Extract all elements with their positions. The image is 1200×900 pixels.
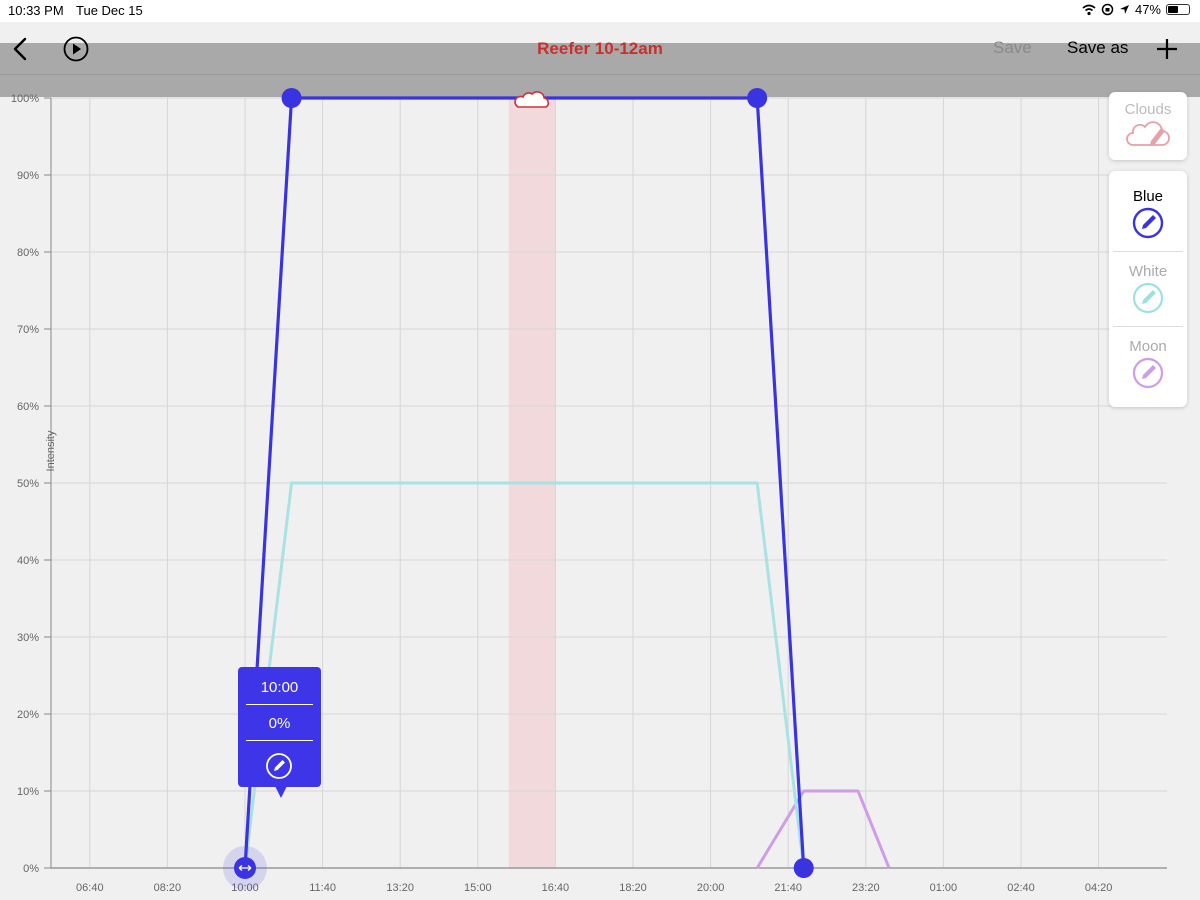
y-tick-label: 60%	[17, 401, 39, 413]
edit-point-icon[interactable]	[265, 752, 293, 780]
add-icon[interactable]	[1155, 37, 1179, 61]
white-edit-icon	[1132, 282, 1164, 314]
wifi-icon	[1082, 4, 1096, 15]
clouds-label: Clouds	[1124, 101, 1172, 118]
y-tick-label: 10%	[17, 786, 39, 798]
x-tick-label: 02:40	[1007, 882, 1035, 894]
series-line-blue[interactable]	[243, 96, 806, 869]
status-icons: 47%	[1082, 2, 1190, 17]
cloud-band[interactable]	[508, 98, 556, 868]
x-tick-label: 04:20	[1085, 882, 1113, 894]
channel-moon[interactable]: Moon	[1109, 338, 1187, 395]
y-tick-label: 0%	[23, 863, 39, 875]
moon-edit-icon	[1132, 357, 1164, 389]
cloud-edit-icon	[1126, 121, 1170, 146]
tooltip-time: 10:00	[260, 679, 299, 696]
y-tick-label: 90%	[17, 170, 39, 182]
channels-panel: Blue White Moon	[1109, 171, 1187, 407]
x-tick-label: 21:40	[774, 882, 802, 894]
channel-white[interactable]: White	[1109, 263, 1187, 320]
tooltip-value: 0%	[268, 715, 291, 732]
x-tick-label: 18:20	[619, 882, 647, 894]
x-tick-label: 15:00	[464, 882, 492, 894]
x-tick-label: 10:00	[231, 882, 259, 894]
status-bar: 10:33 PM Tue Dec 15 47%	[0, 0, 1200, 22]
location-icon	[1119, 5, 1129, 14]
channel-white-label: White	[1128, 263, 1168, 280]
y-tick-label: 40%	[17, 555, 39, 567]
point-tooltip: 10:00 0%	[238, 667, 321, 787]
x-tick-label: 06:40	[76, 882, 104, 894]
orientation-lock-icon	[1101, 3, 1114, 16]
y-axis-title: Intensity	[45, 430, 57, 471]
channel-moon-label: Moon	[1129, 338, 1167, 355]
clouds-item[interactable]: Clouds	[1109, 101, 1187, 154]
x-tick-label: 16:40	[542, 882, 570, 894]
x-tick-label: 01:00	[930, 882, 958, 894]
x-tick-label: 11:40	[309, 882, 336, 894]
save-as-button[interactable]: Save as	[1067, 38, 1128, 58]
series-line-moon[interactable]	[755, 789, 891, 869]
point-handle[interactable]	[793, 858, 814, 878]
save-button[interactable]: Save	[993, 38, 1032, 58]
x-tick-label: 08:20	[154, 882, 182, 894]
x-tick-label: 23:20	[852, 882, 880, 894]
battery-percent: 47%	[1134, 2, 1161, 17]
selected-point-halo	[223, 846, 267, 890]
selected-point-handle[interactable]	[234, 857, 256, 879]
status-date: Tue Dec 15	[76, 3, 143, 18]
y-tick-label: 20%	[17, 709, 39, 721]
y-tick-label: 50%	[17, 478, 39, 490]
x-tick-label: 13:20	[386, 882, 414, 894]
y-tick-label: 80%	[17, 247, 39, 259]
y-tick-label: 30%	[17, 632, 39, 644]
y-tick-label: 70%	[17, 324, 39, 336]
channel-blue[interactable]: Blue	[1109, 188, 1187, 245]
drag-horizontal-icon	[238, 865, 252, 871]
clouds-panel[interactable]: Clouds	[1109, 92, 1187, 160]
series-line-white[interactable]	[243, 481, 806, 869]
intensity-chart[interactable]: Intensity 0% 10% 20% 30% 40% 50% 60% 70% 80% 90% 1…	[0, 0, 1200, 900]
status-time: 10:33 PM	[8, 3, 64, 18]
battery-icon	[1166, 4, 1190, 15]
channel-blue-label: Blue	[1132, 188, 1164, 205]
x-tick-label: 20:00	[697, 882, 725, 894]
blue-edit-icon	[1132, 207, 1164, 239]
tooltip-pointer-icon	[275, 786, 287, 798]
